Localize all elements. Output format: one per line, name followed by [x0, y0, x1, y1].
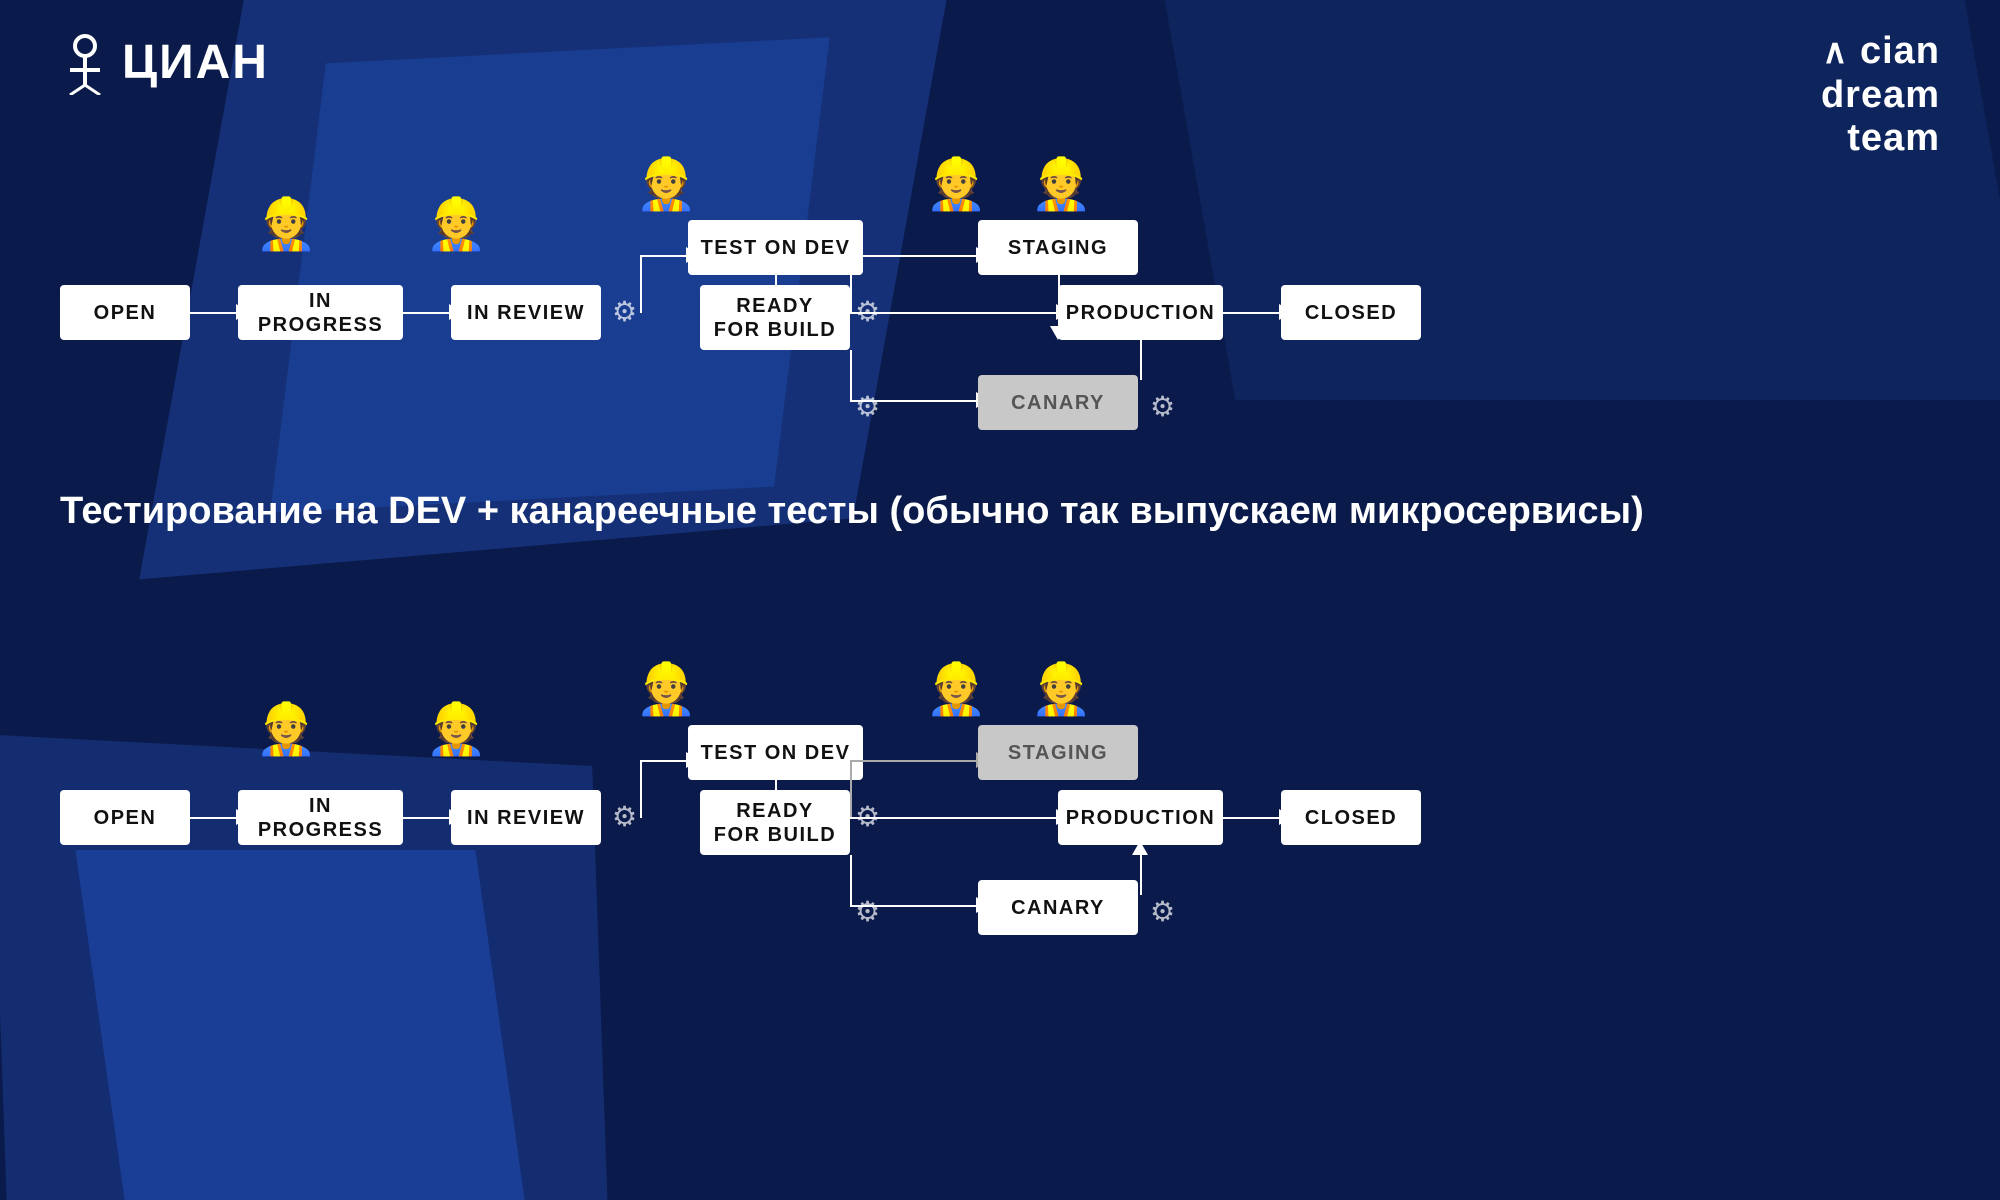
arrow-inreview-testdev-h-bottom	[640, 760, 690, 762]
emoji-worker-2-top: 👷	[425, 195, 487, 254]
arrow-ready-staging-h-bottom	[850, 760, 980, 762]
cian-logo-icon	[60, 30, 110, 95]
arrow-inreview-testdev-h-top	[640, 255, 690, 257]
arrow-production-closed-top	[1223, 312, 1283, 314]
emoji-staging-bottom: 👷	[1030, 660, 1092, 719]
box-testdev-top: TEST ON DEV	[688, 220, 863, 275]
gear-canary-right-bottom: ⚙	[1150, 895, 1175, 928]
emoji-worker-3-top: 👷	[635, 155, 697, 214]
gear-readybuild-left-bottom: ⚙	[855, 800, 880, 833]
box-readybuild-bottom: READY FOR BUILD	[700, 790, 850, 855]
box-canary-bottom: CANARY	[978, 880, 1138, 935]
arrow-ready-production-bottom	[850, 817, 1060, 819]
arrow-ready-canary-top	[850, 350, 852, 400]
box-inreview-bottom: IN REVIEW	[451, 790, 601, 845]
arrowhead-canary-production-bottom	[1132, 841, 1148, 855]
logo-right: ∧ ciandreamteam	[1821, 30, 1940, 161]
box-closed-bottom: CLOSED	[1281, 790, 1421, 845]
box-inprogress-top: IN PROGRESS	[238, 285, 403, 340]
arrow-ready-canary-v-bottom	[850, 855, 852, 905]
emoji-worker-4-bottom: 👷	[925, 660, 987, 719]
section-label: Тестирование на DEV + канареечные тесты …	[60, 490, 1644, 533]
header: ЦИАН ∧ ciandreamteam	[0, 0, 2000, 191]
box-staging-bottom: STAGING	[978, 725, 1138, 780]
emoji-worker-3-bottom: 👷	[635, 660, 697, 719]
logo-cian: ЦИАН	[60, 30, 269, 95]
box-readybuild-top: READY FOR BUILD	[700, 285, 850, 350]
arrow-inreview-up-top	[640, 255, 642, 313]
logo-cian-text: ЦИАН	[122, 35, 269, 90]
box-inreview-top: IN REVIEW	[451, 285, 601, 340]
box-canary-top: CANARY	[978, 375, 1138, 430]
arrow-inreview-up-bottom	[640, 760, 642, 818]
gear-canary-right-top: ⚙	[1150, 390, 1175, 423]
arrow-open-inprogress-top	[190, 312, 240, 314]
emoji-worker-4-top: 👷	[925, 155, 987, 214]
box-testdev-bottom: TEST ON DEV	[688, 725, 863, 780]
arrow-open-inprogress-bottom	[190, 817, 240, 819]
arrow-ready-staging-v-top	[850, 255, 852, 313]
gear-canary-left-bottom: ⚙	[855, 895, 880, 928]
arrow-ready-staging-v-bottom	[850, 760, 852, 818]
arrow-ready-staging-top	[850, 255, 980, 257]
arrow-inprogress-inreview-bottom	[403, 817, 453, 819]
logo-right-text: ∧ ciandreamteam	[1821, 30, 1940, 161]
gear-inreview-bottom: ⚙	[612, 800, 637, 833]
arrowhead-canary-production-top	[1132, 326, 1148, 340]
emoji-staging-top: 👷	[1030, 155, 1092, 214]
arrow-ready-production-top	[850, 312, 1060, 314]
box-open-top: OPEN	[60, 285, 190, 340]
box-closed-top: CLOSED	[1281, 285, 1421, 340]
emoji-worker-2-bottom: 👷	[425, 700, 487, 759]
box-staging-top: STAGING	[978, 220, 1138, 275]
box-production-bottom: PRODUCTION	[1058, 790, 1223, 845]
emoji-worker-1-top: 👷	[255, 195, 317, 254]
gear-inreview-top: ⚙	[612, 295, 637, 328]
box-open-bottom: OPEN	[60, 790, 190, 845]
arrow-inprogress-inreview-top	[403, 312, 453, 314]
gear-canary-left-top: ⚙	[855, 390, 880, 423]
gear-readybuild-left-top: ⚙	[855, 295, 880, 328]
emoji-worker-1-bottom: 👷	[255, 700, 317, 759]
box-inprogress-bottom: IN PROGRESS	[238, 790, 403, 845]
arrow-production-closed-bottom	[1223, 817, 1283, 819]
